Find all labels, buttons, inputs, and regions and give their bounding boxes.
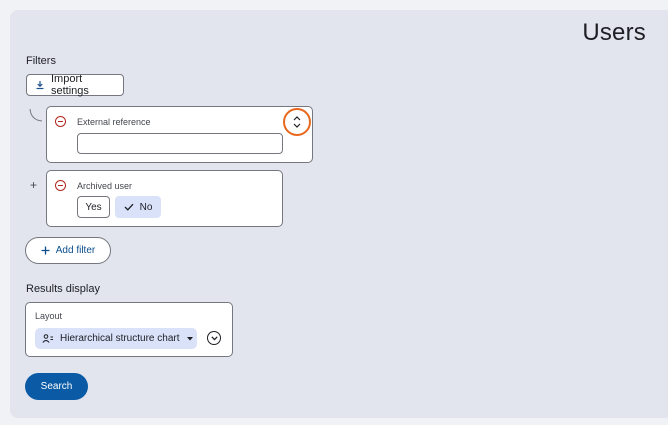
filter-label: External reference xyxy=(77,117,151,127)
layout-label: Layout xyxy=(35,311,63,321)
filter-connector xyxy=(29,108,43,122)
caret-down-icon xyxy=(187,336,194,340)
import-settings-label: Import settings xyxy=(51,73,89,97)
results-section-label: Results display xyxy=(26,283,100,295)
option-no-chip[interactable]: No xyxy=(115,196,161,218)
check-icon xyxy=(124,203,134,211)
download-icon xyxy=(35,80,45,90)
expand-button[interactable] xyxy=(207,331,221,345)
search-button[interactable]: Search xyxy=(25,373,88,400)
option-yes-chip[interactable]: Yes xyxy=(77,196,110,218)
layout-card: Layout Hierarchical structure chart xyxy=(25,302,233,357)
filter-card-archived-user: Archived user Yes No xyxy=(46,170,283,227)
remove-icon[interactable] xyxy=(55,116,66,127)
filter-label: Archived user xyxy=(77,181,133,191)
layout-value: Hierarchical structure chart xyxy=(60,333,180,344)
option-no-label: No xyxy=(139,201,153,213)
org-chart-icon xyxy=(42,333,53,343)
filters-section-label: Filters xyxy=(26,55,56,67)
page-title: Users xyxy=(582,19,646,46)
reorder-icon xyxy=(293,116,301,128)
import-settings-button[interactable]: Import settings xyxy=(26,73,124,97)
reorder-button[interactable] xyxy=(283,108,311,136)
external-reference-input[interactable] xyxy=(77,133,283,154)
layout-select[interactable]: Hierarchical structure chart xyxy=(35,328,197,349)
filter-card-external-reference: External reference xyxy=(46,106,313,163)
plus-icon xyxy=(41,246,50,255)
filter-connector-plus: + xyxy=(30,178,38,192)
add-filter-label: Add filter xyxy=(55,245,96,256)
remove-icon[interactable] xyxy=(55,180,66,191)
add-filter-button[interactable]: Add filter xyxy=(25,237,111,264)
expand-icon xyxy=(210,335,218,340)
